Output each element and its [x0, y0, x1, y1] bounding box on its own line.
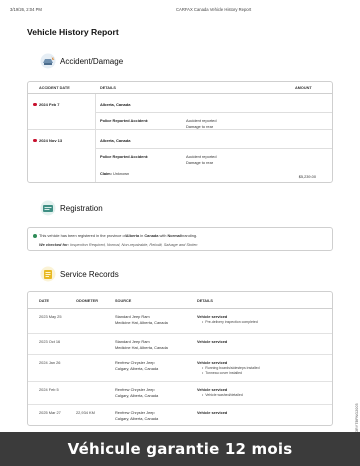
print-title: CARFAX Canada Vehicle History Report	[176, 7, 252, 12]
service-records-table: DATE ODOMETER SOURCE DETAILS 2023 May 25…	[27, 291, 333, 426]
col-odometer: ODOMETER	[76, 299, 98, 303]
col-details: DETAILS	[197, 299, 213, 303]
accident-damage-title: Accident/Damage	[60, 56, 124, 66]
service-records-header: Service Records	[40, 266, 119, 282]
service-source-location: Calgary, Alberta, Canada	[115, 393, 159, 398]
side-vin-text: 3RYTBFNG2005	[355, 403, 359, 432]
service-row: 2023 Oct 16 Standard Jeep Ram Medicine H…	[28, 334, 332, 355]
accident-indicator-icon	[33, 138, 37, 143]
accident-date: 2024 Nov 13	[33, 138, 62, 143]
service-row: 2024 Feb 5 Renfrew Chrysler Jeep Calgary…	[28, 382, 332, 405]
service-detail: Vehicle serviced	[197, 360, 228, 365]
col-accident-date: ACCIDENT DATE	[39, 86, 70, 90]
service-source-location: Medicine Hat, Alberta, Canada	[115, 320, 168, 325]
service-source-location: Medicine Hat, Alberta, Canada	[115, 345, 168, 350]
accident-claim: Claim: Unknown	[100, 171, 130, 176]
col-details: DETAILS	[100, 86, 116, 90]
service-bullets: Vehicle washed/detailed	[205, 393, 243, 398]
service-row: 2024 Jan 26 Renfrew Chrysler Jeep Calgar…	[28, 355, 332, 382]
accident-location: Alberta, Canada	[100, 102, 131, 107]
service-detail: Vehicle serviced	[197, 339, 228, 344]
accident-date: 2024 Feb 7	[33, 102, 59, 107]
registration-checked-for: We checked for: Inspection Required, Nor…	[39, 242, 198, 247]
accident-details: Police Reported Accident: Accident repor…	[100, 118, 217, 129]
warranty-banner-text: Véhicule garantie 12 mois	[67, 440, 293, 458]
registration-statement: This vehicle has been registered in the …	[33, 233, 197, 238]
print-header: 3/19/26, 2:04 PM CARFAX Canada Vehicle H…	[10, 7, 350, 15]
accident-details: Police Reported Accident: Accident repor…	[100, 154, 217, 165]
accident-record: 2024 Nov 13 Alberta, Canada Police Repor…	[28, 130, 332, 182]
service-date: 2024 Jan 26	[39, 360, 61, 365]
registration-title: Registration	[60, 203, 103, 213]
service-row: 2023 May 25 Standard Jeep Ram Medicine H…	[28, 309, 332, 334]
service-bullets: Running boards/sidesteps installed Tonne…	[205, 366, 260, 376]
registration-header: Registration	[40, 200, 103, 216]
accident-icon	[40, 53, 56, 69]
service-table-header: DATE ODOMETER SOURCE DETAILS	[28, 292, 332, 309]
service-bullets: Pre-delivery inspection completed	[205, 320, 258, 325]
service-date: 2024 Feb 5	[39, 387, 59, 392]
registration-icon	[40, 200, 56, 216]
service-bullet: Pre-delivery inspection completed	[205, 320, 258, 325]
page-title: Vehicle History Report	[27, 27, 119, 37]
service-detail: Vehicle serviced	[197, 387, 228, 392]
accident-table-header: ACCIDENT DATE DETAILS AMOUNT	[28, 82, 332, 94]
service-source-location: Calgary, Alberta, Canada	[115, 366, 159, 371]
service-date: 2023 Oct 16	[39, 339, 61, 344]
service-source: Renfrew Chrysler Jeep	[115, 360, 155, 365]
service-source: Standard Jeep Ram	[115, 339, 150, 344]
service-source: Renfrew Chrysler Jeep	[115, 387, 155, 392]
warranty-banner: Véhicule garantie 12 mois	[0, 432, 360, 466]
accident-amount: $5,239.00	[298, 174, 316, 179]
accident-table: ACCIDENT DATE DETAILS AMOUNT 2024 Feb 7 …	[27, 81, 333, 183]
check-icon	[33, 233, 37, 238]
service-bullet: Tonneau cover installed	[205, 371, 260, 376]
service-source-location: Calgary, Alberta, Canada	[115, 416, 159, 421]
print-date: 3/19/26, 2:04 PM	[10, 7, 42, 12]
service-row: 2025 Mar 27 22,934 KM Renfrew Chrysler J…	[28, 405, 332, 425]
col-date: DATE	[39, 299, 50, 303]
service-source: Standard Jeep Ram	[115, 314, 150, 319]
col-source: SOURCE	[115, 299, 132, 303]
col-amount: AMOUNT	[295, 86, 312, 90]
registration-box: This vehicle has been registered in the …	[27, 227, 333, 251]
accident-location: Alberta, Canada	[100, 138, 131, 143]
accident-damage-header: Accident/Damage	[40, 53, 123, 69]
service-bullet: Running boards/sidesteps installed	[205, 366, 259, 371]
service-detail: Vehicle serviced	[197, 314, 228, 319]
service-source: Renfrew Chrysler Jeep	[115, 410, 155, 415]
service-detail: Vehicle serviced	[197, 410, 228, 415]
service-odometer: 22,934 KM	[76, 410, 95, 415]
service-records-icon	[40, 266, 56, 282]
service-date: 2023 May 25	[39, 314, 62, 319]
accident-indicator-icon	[33, 102, 37, 107]
service-date: 2025 Mar 27	[39, 410, 61, 415]
service-records-title: Service Records	[60, 269, 119, 279]
accident-record: 2024 Feb 7 Alberta, Canada Police Report…	[28, 94, 332, 130]
service-bullet: Vehicle washed/detailed	[205, 393, 243, 398]
